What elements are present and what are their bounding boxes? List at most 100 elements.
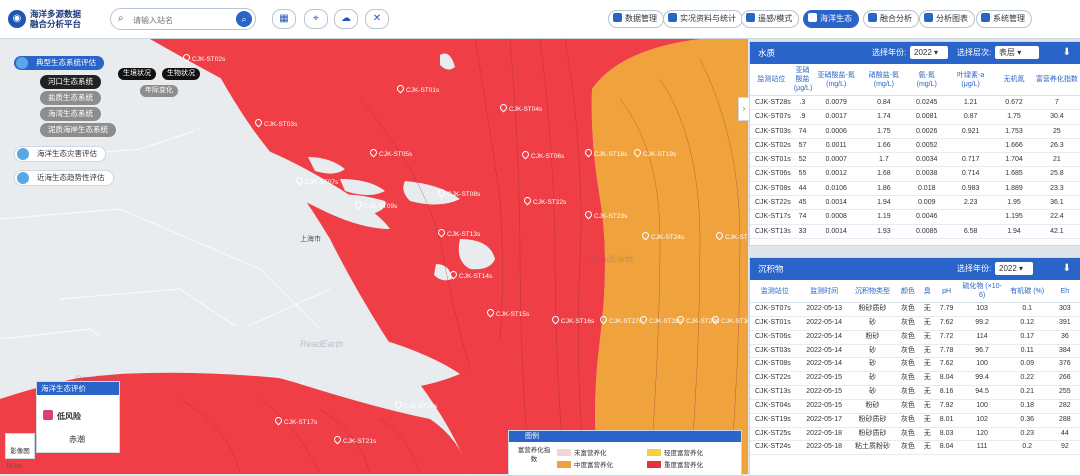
table-row[interactable]: CJK-ST03s 74 0.0006 1.75 0.0026 0.921 1.753 25 (750, 124, 1080, 139)
menu-saltmarsh-ecosystem[interactable]: 盐质生态系统 (40, 91, 101, 105)
column-header[interactable]: 无机氮 (995, 64, 1033, 96)
table-row[interactable]: CJK-ST06s 55 0.0012 1.68 0.0038 0.714 1.685 25.… (750, 166, 1080, 182)
value-cell: 0.12 (1005, 316, 1049, 331)
download-icon[interactable]: ⬇ (1063, 258, 1071, 280)
table-row[interactable]: CJK-ST24s 2022-05-18 粘土质粉砂 灰色无 8.04 111 0.2 92 (750, 440, 1080, 456)
station-marker[interactable]: CJK-ST20s (393, 399, 437, 410)
column-header[interactable]: 监测站位 (750, 64, 793, 96)
table-row[interactable]: CJK-ST03s 2022-05-14 砂灰色无 7.78 96.7 0.11 384 (750, 344, 1080, 359)
column-header[interactable]: 颜色 (896, 280, 920, 303)
station-marker[interactable]: CJK-ST24s (640, 230, 684, 241)
station-marker[interactable]: CJK-ST19s (632, 147, 676, 158)
menu-trend-eval[interactable]: 近海生态趋势性评估 (14, 170, 114, 186)
column-header[interactable]: 沉积物类型 (848, 280, 897, 303)
table-row[interactable]: CJK-ST02s 57 0.0011 1.66 0.0052 1.666 26.3 (750, 138, 1080, 154)
station-cell: CJK-ST04s (750, 399, 800, 414)
search-input[interactable] (131, 12, 231, 28)
station-marker[interactable]: CJK-ST17s (273, 415, 317, 426)
station-marker[interactable]: CJK-ST30s (710, 314, 748, 325)
nav-marine-ecology[interactable]: 海洋生态 (803, 10, 859, 28)
table-row[interactable]: CJK-ST28s .3 0.0079 0.84 0.0245 1.21 0.672 7 (750, 95, 1080, 111)
table-row[interactable]: CJK-ST19s 2022-05-17 粉砂质砂 灰色无 8.01 102 0.36 288 (750, 413, 1080, 428)
menu-typical-ecosystem-eval[interactable]: 典型生态系统评估 (14, 56, 104, 70)
tools-icon[interactable]: ✕ (365, 9, 389, 29)
station-marker[interactable]: CJK-ST13s (436, 227, 480, 238)
column-header[interactable]: 亚硝酸盐 (μg/L) (792, 64, 812, 96)
value-cell: 无 (919, 385, 935, 400)
calendar-icon[interactable]: ▦ (272, 9, 296, 29)
station-marker[interactable]: CJK-ST05s (368, 147, 412, 158)
cloud-icon[interactable]: ☁ (334, 9, 358, 29)
table-row[interactable]: CJK-ST01s 52 0.0007 1.7 0.0034 0.717 1.704 21 (750, 152, 1080, 168)
menu-muddy-coast-ecosystem[interactable]: 泥质海岸生态系统 (40, 123, 116, 137)
nav-fusion-analysis[interactable]: 融合分析 (863, 10, 919, 28)
menu-disaster-eval[interactable]: 海洋生态灾害评估 (14, 146, 106, 162)
station-marker[interactable]: CJK-ST02s (181, 52, 225, 63)
tag-habitat[interactable]: 生境状况 (118, 68, 156, 80)
tag-biology[interactable]: 生物状况 (162, 68, 200, 80)
station-marker[interactable]: CJK-ST04s (498, 102, 542, 113)
table-row[interactable]: CJK-ST08s 44 0.0106 1.86 0.018 0.983 1.889 23.3 (750, 181, 1080, 197)
column-header[interactable]: 氨-氮 (mg/L) (907, 64, 947, 96)
table-row[interactable]: CJK-ST01s 2022-05-14 砂灰色无 7.62 99.2 0.12 391 (750, 316, 1080, 331)
column-header[interactable]: 亚硝酸盐-氮 (mg/L) (812, 64, 861, 96)
table-row[interactable]: CJK-ST25s 2022-05-18 粉砂质砂 灰色无 8.03 120 0.23 44 (750, 427, 1080, 442)
value-cell: 0.0014 (812, 224, 861, 239)
column-header[interactable]: 富营养化指数 (1032, 64, 1080, 96)
layer-select[interactable]: 表层 ▾ (995, 46, 1039, 59)
search-button[interactable]: ⌕ (236, 11, 252, 27)
year-select[interactable]: 2022 ▾ (910, 46, 948, 59)
column-header[interactable]: Eh (1048, 280, 1080, 303)
download-icon[interactable]: ⬇ (1063, 42, 1071, 64)
table-row[interactable]: CJK-ST22s 45 0.0014 1.94 0.009 2.23 1.95 36.1 (750, 195, 1080, 211)
station-marker[interactable]: CJK-ST16s (550, 314, 594, 325)
nav-system-management[interactable]: 系统管理 (976, 10, 1032, 28)
station-marker[interactable]: CJK-ST01s (395, 83, 439, 94)
table-row[interactable]: CJK-ST07s 2022-05-13 粉砂质砂 灰色无 7.79 103 0.1 303 (750, 302, 1080, 317)
table-row[interactable]: CJK-ST06s 2022-05-14 粉砂 灰色无 7.72 114 0.17 36 (750, 330, 1080, 345)
value-cell: 1.95 (995, 195, 1033, 211)
nav-data-management[interactable]: 数据管理 (608, 10, 664, 28)
station-marker[interactable]: CJK-ST22s (522, 195, 566, 206)
column-header[interactable]: pH (934, 280, 959, 303)
nav-remote-sensing[interactable]: 遥感/模式 (741, 10, 800, 28)
station-marker[interactable]: CJK-ST15s (485, 307, 529, 318)
table-row[interactable]: CJK-ST07s .9 0.0017 1.74 0.0081 0.87 1.75 30.4 (750, 109, 1080, 125)
station-marker[interactable]: CJK-ST23s (583, 209, 627, 220)
column-header[interactable]: 监测时间 (799, 280, 849, 303)
station-marker[interactable]: CJK-ST06s (520, 149, 564, 160)
table-row[interactable]: CJK-ST13s 33 0.0014 1.93 0.0085 6.58 1.94 42.1 (750, 224, 1080, 239)
column-header[interactable]: 硝酸盐-氮 (mg/L) (860, 64, 908, 96)
station-marker[interactable]: CJK-ST08s (436, 187, 480, 198)
table-row[interactable]: CJK-ST22s 2022-05-15 砂灰色无 8.04 99.4 0.22 266 (750, 371, 1080, 387)
station-marker[interactable]: CJK-ST21s (332, 434, 376, 445)
station-marker[interactable]: CJK-ST25s (714, 230, 748, 241)
nav-analysis-charts[interactable]: 分析图表 (919, 10, 975, 28)
station-marker[interactable]: CJK-ST09s (353, 199, 397, 210)
column-header[interactable]: 叶绿素-a (μg/L) (946, 64, 996, 96)
column-header[interactable]: 有机碳 (%) (1005, 280, 1049, 303)
table-row[interactable]: CJK-ST08s 2022-05-14 砂灰色无 7.62 100 0.09 376 (750, 357, 1080, 373)
value-cell: 0.714 (946, 166, 996, 182)
station-marker[interactable]: CJK-ST14s (448, 269, 492, 280)
station-marker[interactable]: CJK-ST03s (253, 117, 297, 128)
location-icon[interactable]: ⌖ (304, 9, 328, 29)
nav-observation-stats[interactable]: 实况资料与统计 (663, 10, 743, 28)
station-marker[interactable]: CJK-ST18s (583, 147, 627, 158)
menu-label: 海洋生态灾害评估 (37, 149, 97, 158)
basemap-toggle[interactable]: 影像图 (5, 433, 35, 459)
value-cell: 0.36 (1005, 413, 1049, 428)
app-logo[interactable]: ◉ 海洋多源数据 融合分析平台 (8, 5, 104, 33)
tag-yearly-change[interactable]: 年际变化 (140, 85, 178, 97)
table-row[interactable]: CJK-ST13s 2022-05-15 砂灰色无 8.16 94.5 0.21 255 (750, 385, 1080, 400)
column-header[interactable]: 硫化物 (×10-6) (958, 280, 1006, 303)
column-header[interactable]: 臭 (919, 280, 935, 303)
station-marker[interactable]: CJK-ST07s (294, 175, 338, 186)
year-select[interactable]: 2022 ▾ (995, 262, 1033, 275)
menu-estuary-ecosystem[interactable]: 河口生态系统 (40, 75, 101, 89)
menu-bay-ecosystem[interactable]: 海湾生态系统 (40, 107, 101, 121)
table-row[interactable]: CJK-ST17s 74 0.0008 1.19 0.0046 1.195 22.4 (750, 209, 1080, 225)
table-row[interactable]: CJK-ST04s 2022-05-15 粉砂 灰色无 7.92 100 0.18 282 (750, 399, 1080, 414)
column-header[interactable]: 监测站位 (750, 280, 800, 303)
station-marker[interactable]: CJK-ST27s (598, 314, 642, 325)
